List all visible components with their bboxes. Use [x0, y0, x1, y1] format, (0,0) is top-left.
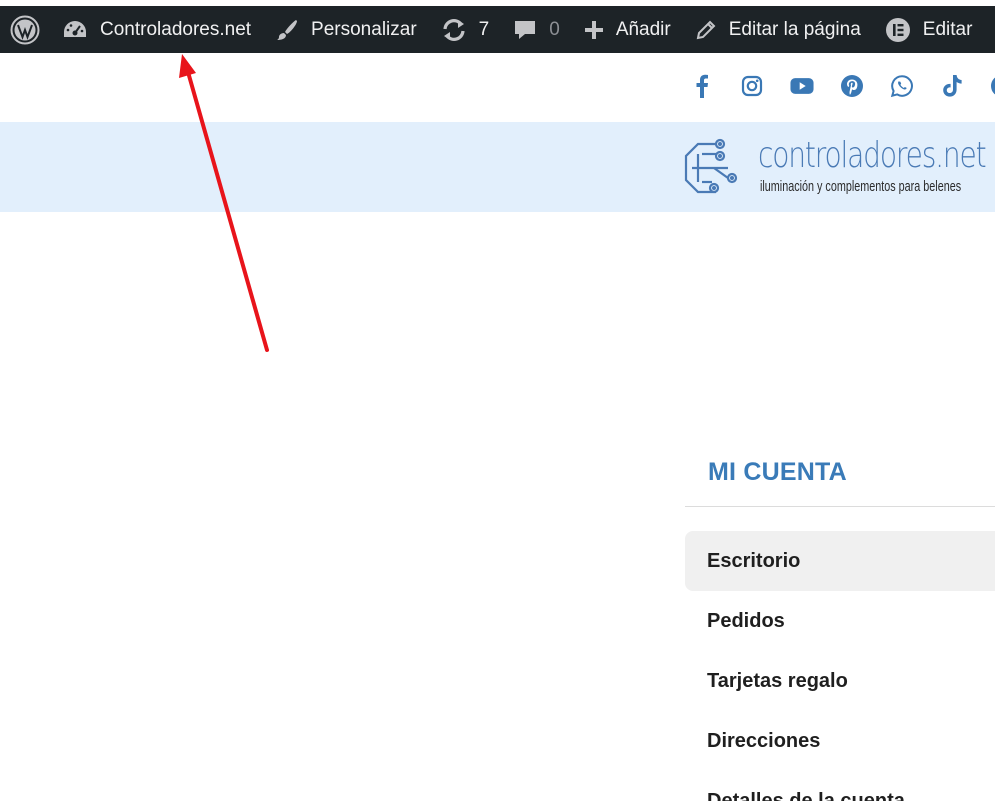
nav-item-escritorio[interactable]: Escritorio: [685, 531, 995, 591]
plus-icon: [584, 20, 604, 40]
wp-logo-menu[interactable]: [0, 6, 50, 53]
telegram-icon[interactable]: [990, 72, 995, 100]
elementor-edit-menu[interactable]: Editar: [873, 6, 985, 53]
add-new-menu[interactable]: Añadir: [572, 6, 683, 53]
comment-icon: [513, 18, 537, 42]
comments-count: 0: [549, 18, 560, 40]
comments-menu[interactable]: 0: [501, 6, 572, 53]
logo-title: controladores.net: [758, 135, 987, 176]
instagram-icon[interactable]: [740, 72, 764, 100]
account-divider: [685, 506, 995, 507]
nav-item-pedidos[interactable]: Pedidos: [685, 591, 995, 651]
customize-label: Personalizar: [311, 18, 417, 40]
pencil-icon: [695, 19, 717, 41]
social-links: [690, 72, 995, 100]
wp-admin-bar: Controladores.net Personalizar 7 0 Añadi…: [0, 6, 995, 53]
wordpress-icon: [10, 15, 40, 45]
add-new-label: Añadir: [615, 18, 671, 40]
elementor-edit-label: Editar: [922, 18, 973, 40]
nav-item-direcciones[interactable]: Direcciones: [685, 711, 995, 771]
youtube-icon[interactable]: [790, 72, 814, 100]
elementor-icon: [885, 17, 911, 43]
facebook-icon[interactable]: [690, 72, 714, 100]
site-name-menu[interactable]: Controladores.net: [50, 6, 263, 53]
paintbrush-icon: [275, 18, 299, 42]
pinterest-icon[interactable]: [840, 72, 864, 100]
whatsapp-icon[interactable]: [890, 72, 914, 100]
logo-tagline: iluminación y complementos para belenes: [760, 178, 962, 195]
nav-item-detalles-cuenta[interactable]: Detalles de la cuenta: [685, 771, 995, 801]
edit-page-menu[interactable]: Editar la página: [683, 6, 873, 53]
customize-menu[interactable]: Personalizar: [263, 6, 429, 53]
updates-icon: [441, 18, 467, 42]
account-title: MI CUENTA: [708, 458, 847, 486]
nav-item-tarjetas-regalo[interactable]: Tarjetas regalo: [685, 651, 995, 711]
tiktok-icon[interactable]: [940, 72, 964, 100]
site-name-label: Controladores.net: [100, 18, 252, 40]
updates-menu[interactable]: 7: [429, 6, 502, 53]
updates-count: 7: [478, 18, 490, 40]
edit-page-label: Editar la página: [728, 18, 861, 40]
dashboard-icon: [62, 19, 88, 41]
account-navigation: Escritorio Pedidos Tarjetas regalo Direc…: [685, 531, 995, 801]
circuit-logo-icon: [684, 138, 738, 194]
